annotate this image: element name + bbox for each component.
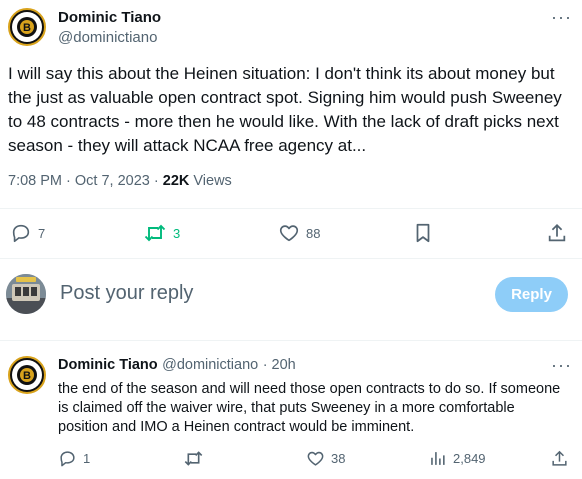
reply-button[interactable]: 7 <box>10 222 45 244</box>
retweet-icon <box>184 451 203 466</box>
user-avatar[interactable] <box>6 274 46 314</box>
views-icon <box>431 452 445 465</box>
bookmark-icon <box>416 223 430 243</box>
bruins-logo-icon: B <box>12 360 42 390</box>
like-count: 88 <box>306 225 321 241</box>
share-icon <box>552 450 567 466</box>
tweet-timestamp[interactable]: 7:08 PM · Oct 7, 2023 · <box>8 173 163 189</box>
reply-retweet-button[interactable] <box>183 449 204 468</box>
reply-author-name[interactable]: Dominic Tiano <box>58 357 158 373</box>
reply-text: the end of the season and will need thos… <box>58 381 561 435</box>
more-icon[interactable]: ··· <box>551 356 572 374</box>
tweet-text: I will say this about the Heinen situati… <box>8 64 567 155</box>
like-button[interactable]: 88 <box>278 222 320 244</box>
bruins-logo-icon: B <box>12 12 42 42</box>
reply-reply-count: 1 <box>83 451 91 466</box>
reply-author-avatar[interactable]: B <box>8 356 46 394</box>
reply-header: Dominic Tiano @dominictiano · 20h <box>58 356 296 374</box>
like-icon <box>279 225 299 242</box>
reply-icon <box>60 451 75 467</box>
divider <box>0 340 582 341</box>
views-label: Views <box>189 173 232 189</box>
like-icon <box>307 451 324 466</box>
svg-text:B: B <box>23 22 31 34</box>
bookmark-button[interactable] <box>413 222 433 244</box>
reply-like-count: 38 <box>331 451 346 466</box>
svg-text:B: B <box>23 370 31 382</box>
reply-author-handle[interactable]: @dominictiano <box>162 357 258 373</box>
reply-views-button[interactable]: 2,849 <box>428 449 486 468</box>
reply-reply-button[interactable]: 1 <box>58 449 90 468</box>
tweet-meta: 7:08 PM · Oct 7, 2023 · 22K Views <box>8 173 232 189</box>
user-avatar-image <box>6 274 46 314</box>
reply-input[interactable]: Post your reply <box>60 282 193 305</box>
retweet-count: 3 <box>173 225 181 241</box>
author-name[interactable]: Dominic Tiano <box>58 9 161 26</box>
reply-count: 7 <box>38 225 46 241</box>
divider <box>0 258 582 259</box>
share-button[interactable] <box>546 222 568 244</box>
divider <box>0 208 582 209</box>
reply-icon <box>12 224 30 243</box>
reply-like-button[interactable]: 38 <box>306 449 345 468</box>
retweet-button[interactable]: 3 <box>143 222 180 244</box>
reply-share-button[interactable] <box>550 449 569 468</box>
more-icon[interactable]: ··· <box>551 8 572 26</box>
share-icon <box>548 223 566 242</box>
retweet-icon <box>144 224 166 242</box>
author-avatar[interactable]: B <box>8 8 46 46</box>
reply-submit-button[interactable]: Reply <box>495 277 568 312</box>
views-count: 22K <box>162 173 190 189</box>
reply-time[interactable]: · 20h <box>263 357 296 373</box>
author-handle[interactable]: @dominictiano <box>58 29 157 46</box>
reply-views-count: 2,849 <box>453 451 486 466</box>
